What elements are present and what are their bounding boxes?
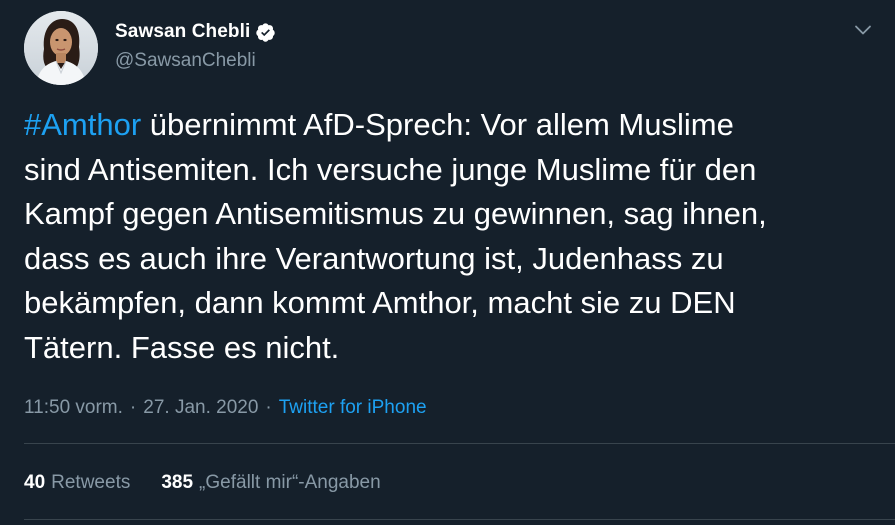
likes-stat[interactable]: 385 „Gefällt mir“-Angaben bbox=[161, 472, 380, 494]
tweet-source-link[interactable]: Twitter for iPhone bbox=[279, 397, 427, 419]
tweet-stats: 40 Retweets 385 „Gefällt mir“-Angaben bbox=[24, 470, 381, 496]
likes-label: „Gefällt mir“-Angaben bbox=[199, 472, 381, 493]
meta-separator: · bbox=[129, 397, 137, 418]
author-handle[interactable]: @SawsanChebli bbox=[115, 50, 276, 72]
avatar-image bbox=[24, 11, 98, 85]
divider bbox=[24, 443, 895, 444]
author-block: Sawsan Chebli @SawsanChebli bbox=[115, 20, 276, 72]
hashtag-link[interactable]: #Amthor bbox=[24, 107, 141, 142]
retweets-count: 40 bbox=[24, 472, 46, 493]
likes-count: 385 bbox=[161, 472, 194, 493]
verified-badge-icon bbox=[255, 22, 276, 43]
tweet: Sawsan Chebli @SawsanChebli #Amthor über… bbox=[0, 0, 895, 525]
tweet-text: #Amthor übernimmt AfD-Sprech: Vor allem … bbox=[24, 103, 874, 370]
tweet-body: übernimmt AfD-Sprech: Vor allem Muslime … bbox=[24, 107, 767, 365]
name-row: Sawsan Chebli bbox=[115, 20, 276, 44]
tweet-time[interactable]: 11:50 vorm. bbox=[24, 397, 123, 419]
retweets-stat[interactable]: 40 Retweets bbox=[24, 472, 130, 494]
retweets-label: Retweets bbox=[51, 472, 131, 493]
chevron-down-icon[interactable] bbox=[851, 18, 875, 42]
meta-separator: · bbox=[265, 397, 272, 418]
avatar[interactable] bbox=[24, 11, 98, 85]
tweet-meta: 11:50 vorm. · 27. Jan. 2020 · Twitter fo… bbox=[24, 395, 427, 421]
tweet-date[interactable]: 27. Jan. 2020 bbox=[143, 397, 258, 419]
author-display-name[interactable]: Sawsan Chebli bbox=[115, 21, 250, 43]
divider bbox=[24, 519, 895, 520]
